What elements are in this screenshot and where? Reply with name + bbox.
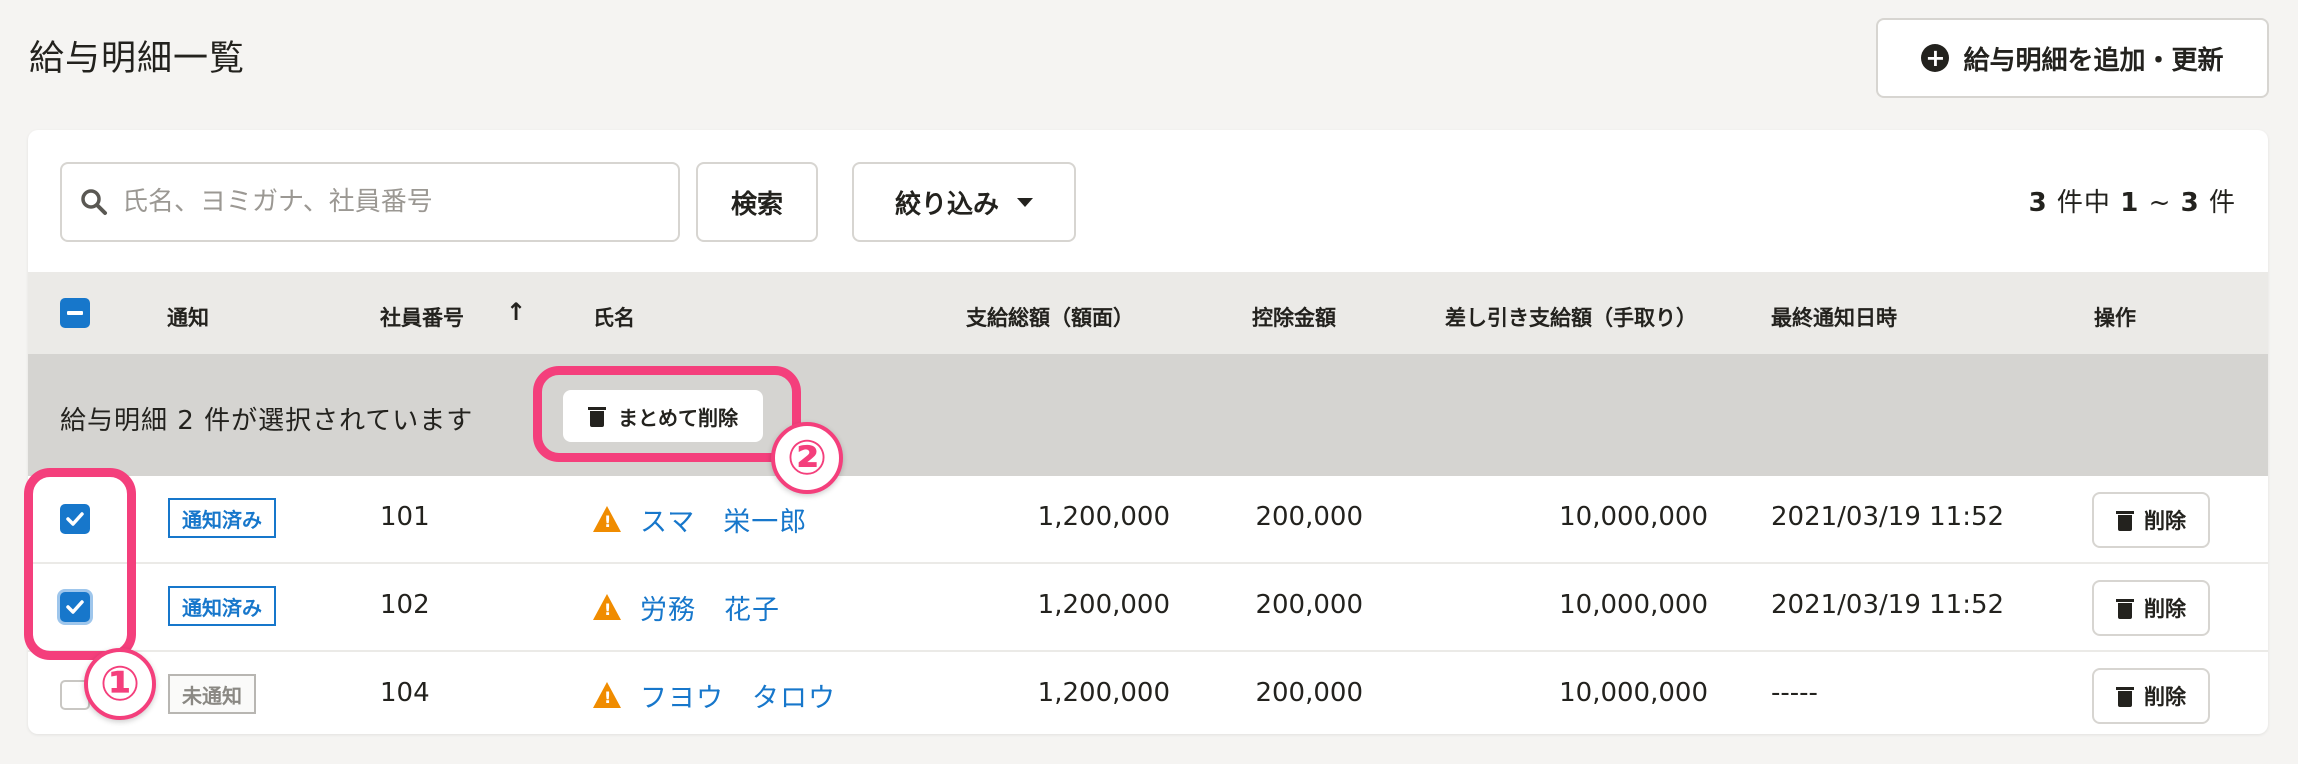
result-suffix: 件 — [2208, 188, 2236, 218]
warning-icon — [593, 682, 621, 708]
status-badge: 通知済み — [168, 586, 276, 626]
result-range-start: 1 — [2120, 188, 2140, 218]
plus-circle-icon: + — [1921, 44, 1950, 72]
result-total: 3 — [2028, 188, 2048, 218]
trash-icon — [2116, 509, 2134, 531]
bulk-action-bar: 給与明細 2 件が選択されています まとめて削除 — [28, 354, 2268, 476]
column-deduction: 控除金額 — [1252, 306, 1336, 330]
trash-icon — [2116, 597, 2134, 619]
column-net: 差し引き支給額（手取り） — [1445, 306, 1697, 330]
gross-amount: 1,200,000 — [1037, 590, 1170, 620]
row-delete-label: 削除 — [2144, 597, 2186, 621]
annotation-marker-1: ① — [84, 648, 156, 720]
last-notified: 2021/03/19 11:52 — [1771, 590, 2005, 620]
result-range-separator: ~ — [2148, 188, 2172, 218]
row-checkbox[interactable] — [60, 592, 90, 622]
bulk-delete-button[interactable]: まとめて削除 — [563, 390, 763, 442]
table-row: 通知済み 101 スマ 栄一郎 1,200,000 200,000 10,000… — [28, 476, 2268, 564]
toolbar: 検索 絞り込み 3 件中 1 ~ 3 件 — [28, 130, 2268, 272]
row-delete-label: 削除 — [2144, 685, 2186, 709]
search-field[interactable] — [60, 162, 680, 242]
deduction-amount: 200,000 — [1255, 502, 1363, 532]
select-all-checkbox[interactable] — [60, 298, 90, 328]
column-notice: 通知 — [167, 306, 209, 330]
employee-name-link[interactable]: スマ 栄一郎 — [640, 500, 807, 539]
column-gross: 支給総額（額面） — [966, 306, 1134, 330]
row-delete-button[interactable]: 削除 — [2092, 668, 2210, 724]
trash-icon — [2116, 685, 2134, 707]
net-amount: 10,000,000 — [1559, 678, 1708, 708]
table-row: 通知済み 102 労務 花子 1,200,000 200,000 10,000,… — [28, 564, 2268, 652]
check-icon — [66, 600, 84, 614]
search-icon — [81, 189, 107, 215]
filter-label: 絞り込み — [894, 189, 999, 220]
deduction-amount: 200,000 — [1255, 678, 1363, 708]
selection-status: 給与明細 2 件が選択されています — [60, 406, 474, 436]
employee-no: 102 — [380, 590, 430, 620]
search-input[interactable] — [122, 187, 662, 217]
result-range-end: 3 — [2180, 188, 2200, 218]
row-checkbox[interactable] — [60, 504, 90, 534]
warning-icon — [593, 506, 621, 532]
column-last-notified: 最終通知日時 — [1771, 306, 1897, 330]
gross-amount: 1,200,000 — [1037, 678, 1170, 708]
gross-amount: 1,200,000 — [1037, 502, 1170, 532]
row-delete-label: 削除 — [2144, 509, 2186, 533]
check-icon — [66, 512, 84, 526]
search-button[interactable]: 検索 — [696, 162, 818, 242]
row-delete-button[interactable]: 削除 — [2092, 492, 2210, 548]
last-notified: ----- — [1771, 678, 1818, 708]
column-name: 氏名 — [593, 306, 635, 330]
table-header: 通知 社員番号 ↑ 氏名 支給総額（額面） 控除金額 差し引き支給額（手取り） … — [28, 272, 2268, 354]
caret-down-icon — [1017, 197, 1033, 207]
trash-icon — [588, 405, 606, 427]
annotation-marker-2: ② — [771, 422, 843, 494]
page-title: 給与明細一覧 — [29, 39, 246, 79]
result-total-suffix: 件中 — [2056, 188, 2111, 218]
status-badge: 通知済み — [168, 498, 276, 538]
status-badge: 未通知 — [168, 674, 256, 714]
warning-icon — [593, 594, 621, 620]
add-payslip-button[interactable]: + 給与明細を追加・更新 — [1876, 18, 2269, 98]
column-actions: 操作 — [2094, 306, 2136, 330]
table-row: 未通知 104 フヨウ タロウ 1,200,000 200,000 10,000… — [28, 652, 2268, 734]
deduction-amount: 200,000 — [1255, 590, 1363, 620]
net-amount: 10,000,000 — [1559, 590, 1708, 620]
result-count: 3 件中 1 ~ 3 件 — [2029, 182, 2236, 219]
payslip-list-card: 検索 絞り込み 3 件中 1 ~ 3 件 通知 社員番号 ↑ 氏名 支給総額（額… — [28, 130, 2268, 734]
net-amount: 10,000,000 — [1559, 502, 1708, 532]
column-employee-no[interactable]: 社員番号 — [380, 302, 464, 332]
filter-dropdown[interactable]: 絞り込み — [852, 162, 1076, 242]
employee-name-link[interactable]: 労務 花子 — [640, 588, 780, 627]
employee-no: 101 — [380, 502, 430, 532]
employee-name-link[interactable]: フヨウ タロウ — [640, 676, 836, 715]
employee-no: 104 — [380, 678, 430, 708]
sort-ascending-icon[interactable]: ↑ — [506, 298, 526, 326]
last-notified: 2021/03/19 11:52 — [1771, 502, 2005, 532]
row-delete-button[interactable]: 削除 — [2092, 580, 2210, 636]
add-payslip-button-label: 給与明細を追加・更新 — [1963, 45, 2224, 76]
bulk-delete-label: まとめて削除 — [618, 405, 738, 430]
